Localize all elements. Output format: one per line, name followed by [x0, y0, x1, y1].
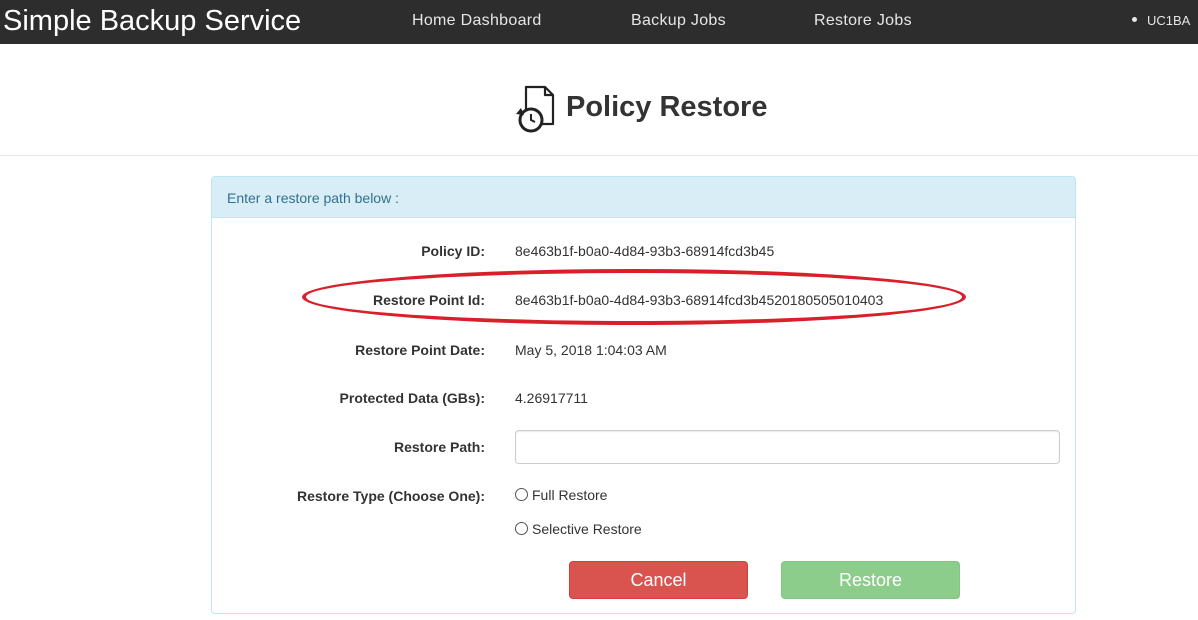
panel-heading: Enter a restore path below : [212, 177, 1075, 218]
selective-restore-label: Selective Restore [532, 521, 642, 537]
restore-path-input[interactable] [515, 430, 1060, 464]
restore-form-panel: Enter a restore path below : Policy ID: … [211, 176, 1076, 614]
restore-document-icon [516, 85, 555, 133]
selective-restore-radio[interactable] [515, 521, 528, 535]
restore-point-id-label: Restore Point Id: [372, 292, 485, 308]
restore-point-date-label: Restore Point Date: [355, 342, 485, 358]
cancel-button[interactable]: Cancel [569, 561, 748, 599]
selective-restore-option[interactable]: Selective Restore [515, 520, 642, 538]
panel-heading-text: Enter a restore path below : [227, 190, 399, 206]
restore-type-label: Restore Type (Choose One): [297, 488, 485, 504]
full-restore-option[interactable]: Full Restore [515, 486, 607, 504]
protected-data-label: Protected Data (GBs): [339, 390, 485, 406]
top-navbar: Simple Backup Service Home Dashboard Bac… [0, 0, 1198, 44]
restore-path-label: Restore Path: [393, 439, 485, 455]
full-restore-label: Full Restore [532, 487, 608, 503]
nav-backup-jobs[interactable]: Backup Jobs [631, 11, 726, 31]
page-title: Policy Restore [566, 91, 768, 123]
user-menu[interactable]: UC1BA [1132, 12, 1190, 30]
protected-data-value: 4.26917711 [515, 390, 588, 406]
nav-home-dashboard[interactable]: Home Dashboard [412, 11, 542, 31]
policy-id-value: 8e463b1f-b0a0-4d84-93b3-68914fcd3b45 [515, 243, 775, 259]
user-name: UC1BA [1147, 13, 1191, 28]
full-restore-radio[interactable] [515, 487, 528, 501]
policy-id-label: Policy ID: [421, 243, 485, 259]
brand-logo[interactable]: Simple Backup Service [3, 3, 301, 39]
restore-button[interactable]: Restore [781, 561, 960, 599]
restore-point-id-value: 8e463b1f-b0a0-4d84-93b3-68914fcd3b452018… [515, 292, 884, 308]
page-header: Policy Restore [0, 44, 1198, 156]
bullet-icon [1132, 17, 1137, 23]
nav-restore-jobs[interactable]: Restore Jobs [814, 11, 912, 31]
restore-point-date-value: May 5, 2018 1:04:03 AM [515, 342, 667, 358]
